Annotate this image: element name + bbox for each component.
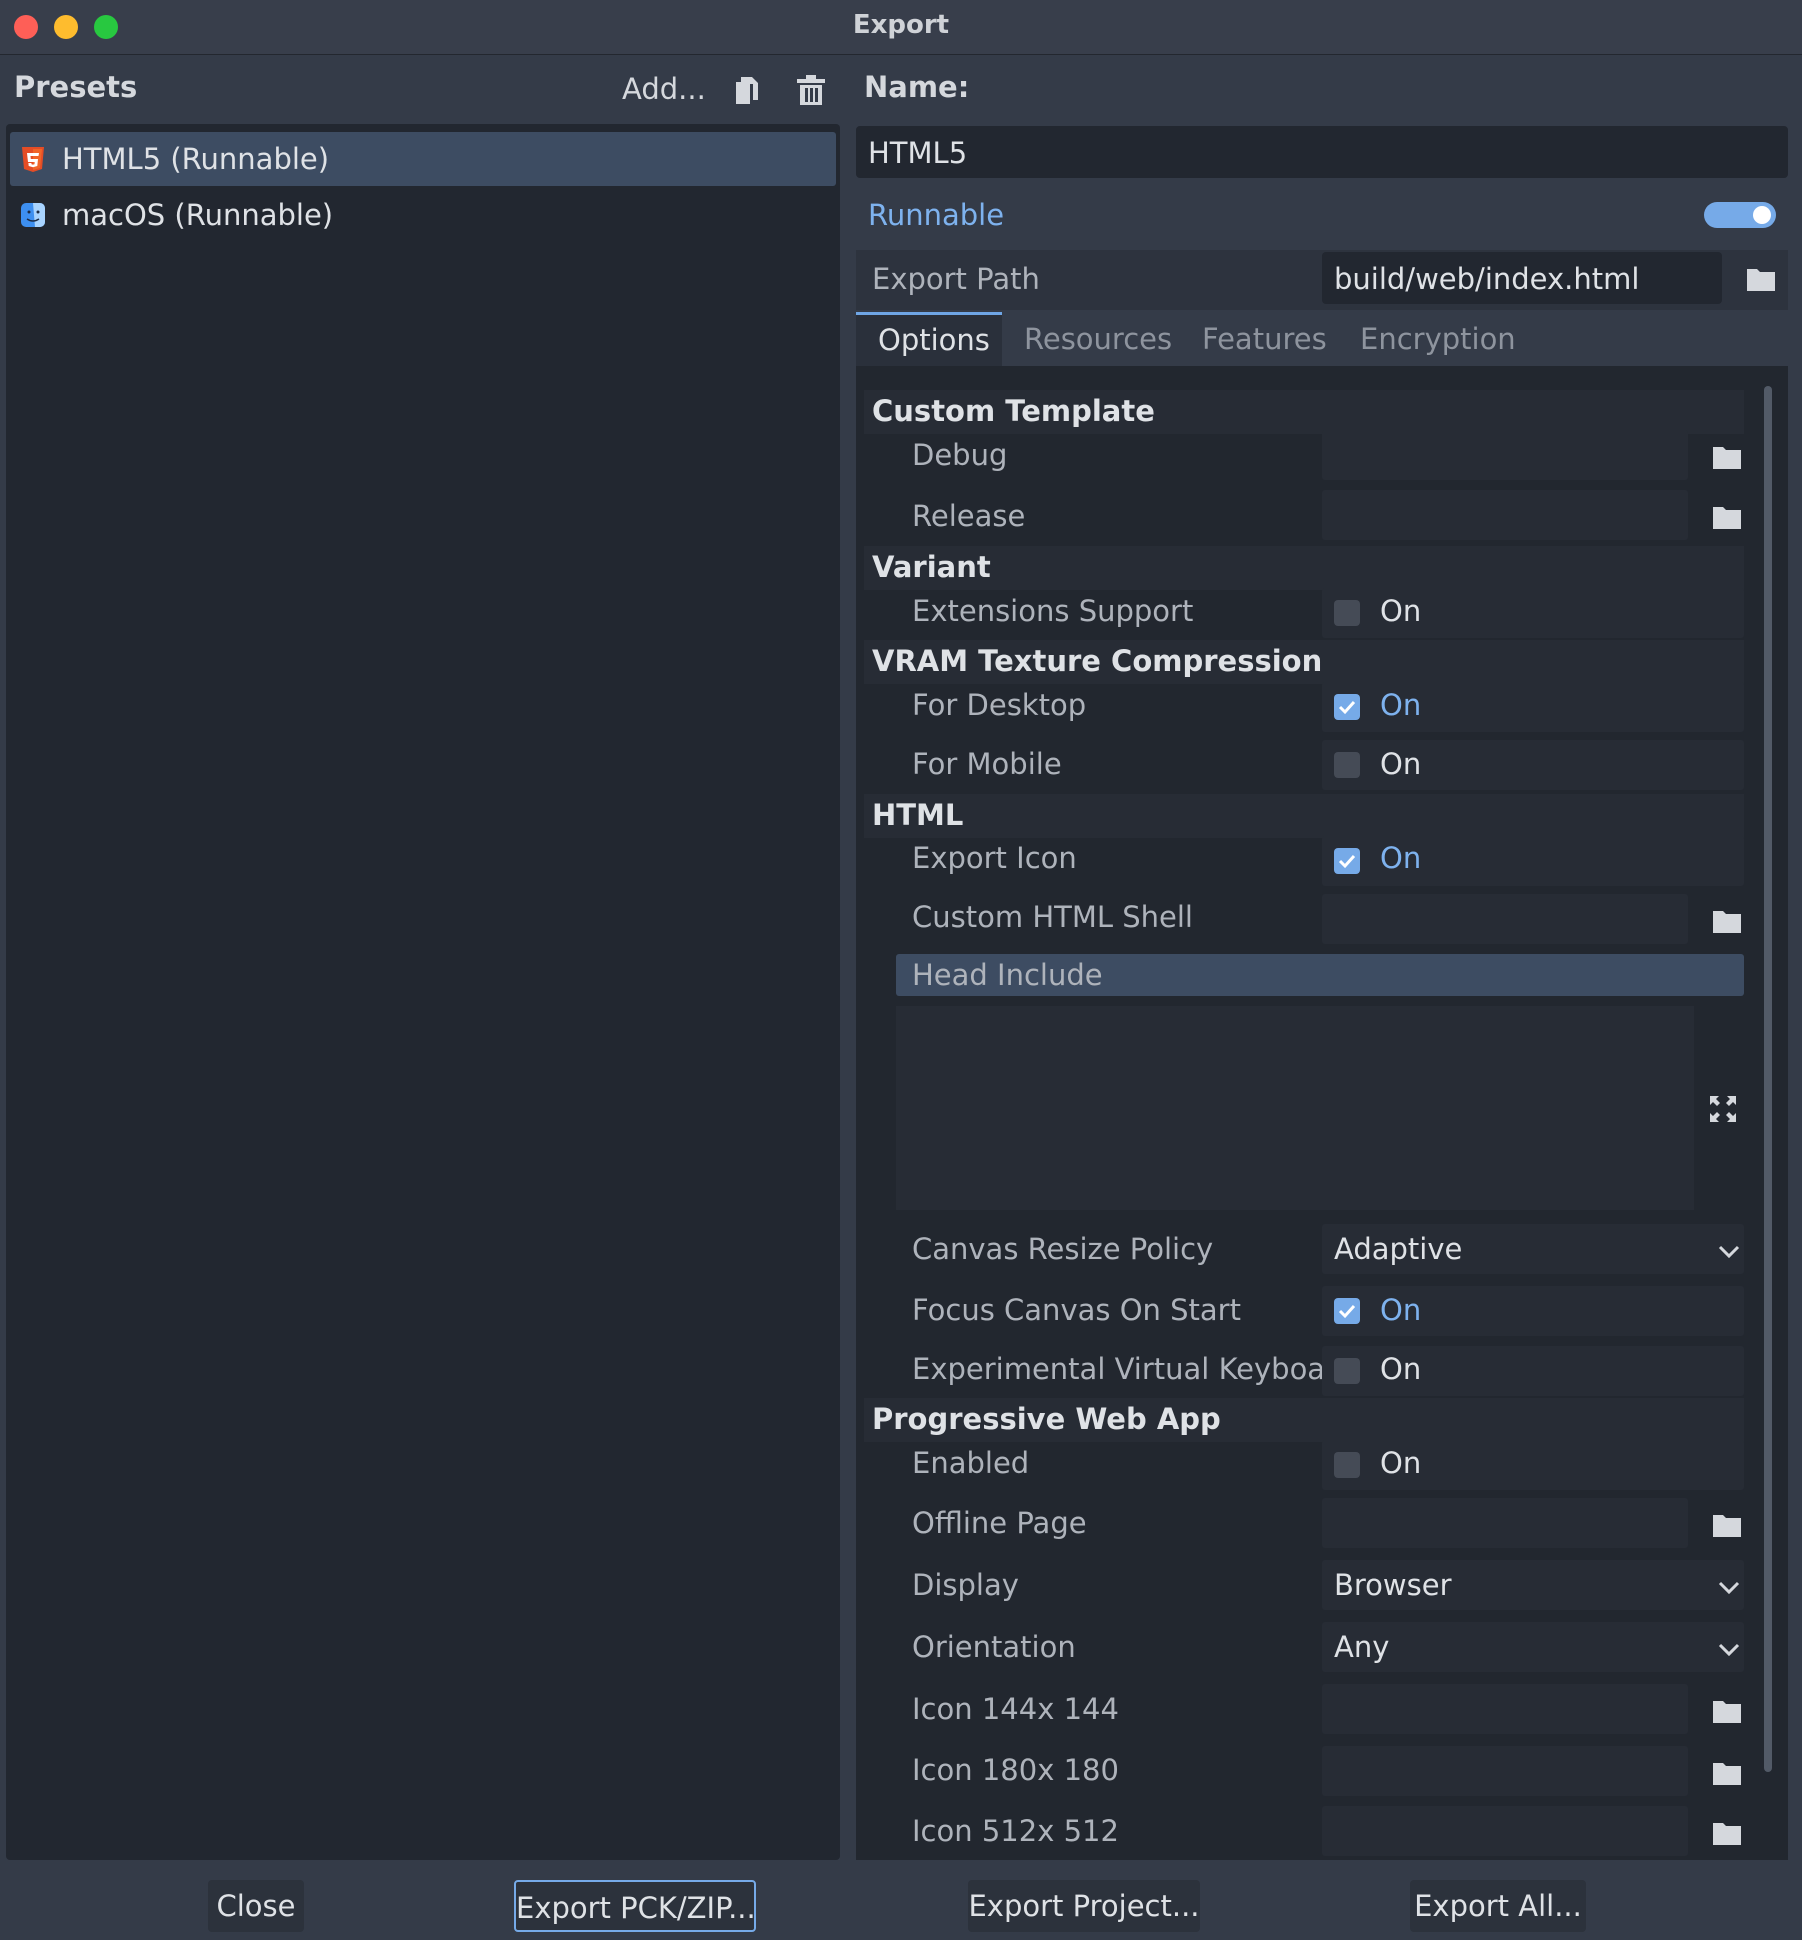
preset-item-macos[interactable]: macOS (Runnable) bbox=[10, 188, 836, 242]
check-on-text: On bbox=[1380, 1446, 1422, 1480]
folder-icon[interactable] bbox=[1712, 1698, 1742, 1724]
for-desktop-checkbox[interactable] bbox=[1334, 694, 1360, 720]
presets-header: Presets bbox=[14, 70, 138, 104]
chevron-down-icon bbox=[1718, 1244, 1740, 1259]
options-panel: Custom Template Debug Release Variant Ex… bbox=[856, 366, 1788, 1860]
prop-label-display: Display bbox=[912, 1568, 1019, 1602]
preset-name-value: HTML5 bbox=[868, 136, 968, 170]
orientation-value: Any bbox=[1334, 1630, 1390, 1664]
check-on-text: On bbox=[1380, 594, 1422, 628]
prop-label-for-desktop: For Desktop bbox=[912, 688, 1087, 722]
prop-label-icon-144: Icon 144x 144 bbox=[912, 1692, 1119, 1726]
check-on-text: On bbox=[1380, 1352, 1422, 1386]
window-titlebar: Export bbox=[0, 0, 1802, 55]
options-scrollbar[interactable] bbox=[1764, 386, 1772, 1772]
preset-label: HTML5 (Runnable) bbox=[62, 142, 330, 176]
prop-label-export-icon: Export Icon bbox=[912, 841, 1077, 875]
prop-label-canvas-resize-policy: Canvas Resize Policy bbox=[912, 1232, 1214, 1266]
pwa-enabled-checkbox[interactable] bbox=[1334, 1452, 1360, 1478]
folder-icon[interactable] bbox=[1712, 908, 1742, 934]
section-vram-texture-compression[interactable]: VRAM Texture Compression bbox=[864, 640, 1744, 684]
icon-180-input[interactable] bbox=[1322, 1746, 1688, 1796]
tab-encryption[interactable]: Encryption bbox=[1360, 312, 1516, 366]
custom-html-shell-input[interactable] bbox=[1322, 894, 1688, 944]
duplicate-icon[interactable] bbox=[732, 74, 762, 106]
prop-label-experimental-virtual-keyboard: Experimental Virtual Keyboard bbox=[912, 1352, 1355, 1386]
add-preset-button[interactable]: Add... bbox=[622, 72, 706, 106]
prop-label-debug: Debug bbox=[912, 438, 1008, 472]
preset-item-html5[interactable]: HTML5 (Runnable) bbox=[10, 132, 836, 186]
window-title: Export bbox=[852, 10, 950, 40]
export-all-button[interactable]: Export All... bbox=[1410, 1880, 1586, 1932]
export-path-label: Export Path bbox=[872, 262, 1040, 296]
section-variant[interactable]: Variant bbox=[864, 546, 1744, 590]
export-icon-checkbox[interactable] bbox=[1334, 848, 1360, 874]
extensions-support-checkbox[interactable] bbox=[1334, 600, 1360, 626]
virtual-keyboard-checkbox[interactable] bbox=[1334, 1358, 1360, 1384]
release-template-input[interactable] bbox=[1322, 490, 1688, 540]
section-html[interactable]: HTML bbox=[864, 794, 1744, 838]
folder-icon[interactable] bbox=[1712, 444, 1742, 470]
runnable-toggle[interactable] bbox=[1704, 202, 1776, 228]
tab-features[interactable]: Features bbox=[1202, 312, 1332, 366]
prop-label-focus-canvas-on-start: Focus Canvas On Start bbox=[912, 1293, 1241, 1327]
export-path-input[interactable]: build/web/index.html bbox=[1322, 252, 1722, 304]
prop-label-custom-html-shell: Custom HTML Shell bbox=[912, 900, 1193, 934]
folder-icon[interactable] bbox=[1712, 1512, 1742, 1538]
macos-finder-icon bbox=[20, 202, 46, 228]
prop-label-enabled: Enabled bbox=[912, 1446, 1030, 1480]
tab-bar: Options Resources Features Encryption bbox=[856, 312, 1788, 366]
preset-label: macOS (Runnable) bbox=[62, 198, 334, 232]
prop-label-extensions-support: Extensions Support bbox=[912, 594, 1194, 628]
icon-512-input[interactable] bbox=[1322, 1806, 1688, 1856]
preset-list: HTML5 (Runnable) macOS (Runnable) bbox=[6, 124, 840, 1860]
prop-label-offline-page: Offline Page bbox=[912, 1506, 1087, 1540]
chevron-down-icon bbox=[1718, 1580, 1740, 1595]
head-include-header[interactable]: Head Include bbox=[896, 954, 1744, 996]
check-on-text: On bbox=[1380, 841, 1422, 875]
export-path-value: build/web/index.html bbox=[1334, 262, 1640, 296]
export-project-button[interactable]: Export Project... bbox=[968, 1880, 1200, 1932]
expand-icon[interactable] bbox=[1708, 1094, 1738, 1124]
check-on-text: On bbox=[1380, 747, 1422, 781]
prop-label-icon-180: Icon 180x 180 bbox=[912, 1753, 1119, 1787]
prop-label-for-mobile: For Mobile bbox=[912, 747, 1062, 781]
section-custom-template[interactable]: Custom Template bbox=[864, 390, 1744, 434]
head-include-editor[interactable] bbox=[896, 1006, 1694, 1210]
check-on-text: On bbox=[1380, 1293, 1422, 1327]
offline-page-input[interactable] bbox=[1322, 1498, 1688, 1548]
folder-icon[interactable] bbox=[1712, 1820, 1742, 1846]
trash-icon[interactable] bbox=[796, 74, 826, 106]
prop-label-icon-512: Icon 512x 512 bbox=[912, 1814, 1119, 1848]
html5-icon bbox=[20, 146, 46, 172]
focus-canvas-checkbox[interactable] bbox=[1334, 1298, 1360, 1324]
folder-icon[interactable] bbox=[1712, 1760, 1742, 1786]
toggle-knob bbox=[1753, 206, 1771, 224]
preset-name-input[interactable]: HTML5 bbox=[856, 126, 1788, 178]
debug-template-input[interactable] bbox=[1322, 430, 1688, 480]
folder-icon[interactable] bbox=[1746, 266, 1776, 292]
runnable-label: Runnable bbox=[868, 198, 1005, 232]
icon-144-input[interactable] bbox=[1322, 1684, 1688, 1734]
prop-label-orientation: Orientation bbox=[912, 1630, 1076, 1664]
export-pck-zip-button[interactable]: Export PCK/ZIP... bbox=[514, 1880, 756, 1932]
canvas-resize-policy-value: Adaptive bbox=[1334, 1232, 1463, 1266]
tab-options[interactable]: Options bbox=[856, 312, 1002, 366]
prop-label-release: Release bbox=[912, 499, 1026, 533]
tab-resources[interactable]: Resources bbox=[1024, 312, 1172, 366]
section-progressive-web-app[interactable]: Progressive Web App bbox=[864, 1398, 1744, 1442]
chevron-down-icon bbox=[1718, 1642, 1740, 1657]
export-path-row: Export Path build/web/index.html bbox=[856, 250, 1788, 310]
check-on-text: On bbox=[1380, 688, 1422, 722]
name-label: Name: bbox=[864, 70, 970, 104]
for-mobile-checkbox[interactable] bbox=[1334, 752, 1360, 778]
display-value: Browser bbox=[1334, 1568, 1452, 1602]
close-button[interactable]: Close bbox=[208, 1880, 304, 1932]
folder-icon[interactable] bbox=[1712, 504, 1742, 530]
